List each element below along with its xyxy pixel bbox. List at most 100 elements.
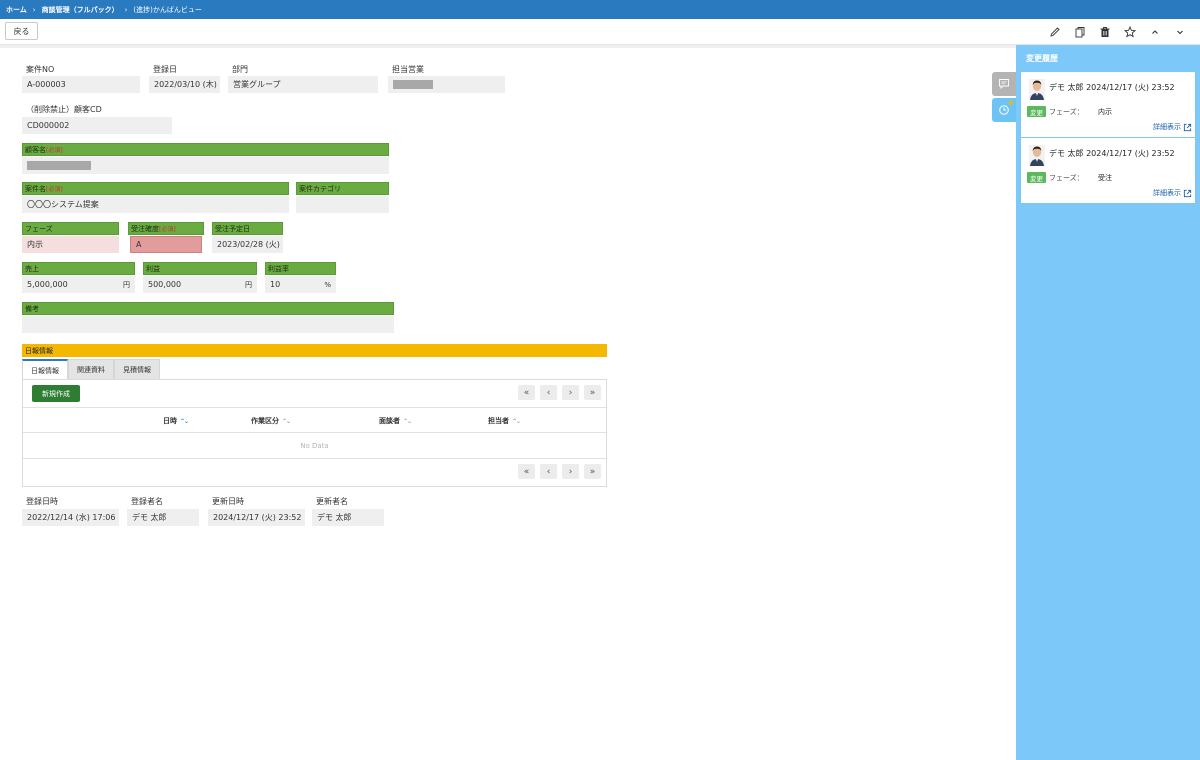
history-field-name: フェーズ：	[1049, 108, 1084, 116]
updated-at-value: 2024/12/17 (火) 23:52	[208, 509, 305, 526]
customer-cd-value: CD000002	[22, 117, 172, 134]
last-page-button[interactable]: »	[584, 464, 601, 479]
history-field-value: 内示	[1098, 108, 1112, 116]
created-by-label: 登録者名	[131, 497, 163, 506]
col-datetime-label: 日時	[163, 417, 177, 425]
breadcrumb-parent[interactable]: 商談管理（フルパック）	[42, 5, 119, 15]
external-link-icon	[1183, 189, 1192, 197]
record-form: 案件NO A-000003 登録日 2022/03/10 (木) 部門 営業グル…	[0, 45, 1016, 760]
profit-rate-amount: 10	[270, 280, 281, 289]
notes-label: 備考	[22, 302, 394, 315]
pager-top: « ‹ › »	[513, 385, 601, 400]
comment-tab[interactable]	[992, 72, 1016, 96]
external-link-icon	[1183, 123, 1192, 131]
dept-value: 営業グループ	[228, 76, 378, 93]
profit-rate-value: 10 %	[265, 276, 336, 293]
notes-value	[22, 316, 394, 333]
profit-rate-unit: %	[324, 280, 331, 289]
sort-icon[interactable]: ⌃⌄	[403, 418, 412, 425]
col-work-type[interactable]: 作業区分 ⌃⌄	[251, 416, 291, 426]
required-mark: [必須]	[46, 147, 63, 154]
col-assignee-label: 担当者	[488, 417, 509, 425]
first-page-button[interactable]: «	[518, 385, 535, 400]
daily-table-panel: 新規作成 « ‹ › » 日時 ⌃⌄ 作業区分 ⌃⌄ 面談者 ⌃⌄ 担当者 ⌃⌄ No …	[22, 379, 607, 487]
copy-icon[interactable]	[1067, 23, 1092, 41]
breadcrumb-home[interactable]: ホーム	[6, 5, 27, 15]
tab-related-docs[interactable]: 関連資料	[68, 359, 114, 380]
breadcrumb-separator: ›	[32, 5, 36, 14]
redacted-block	[393, 80, 433, 89]
case-name-label-text: 案件名	[25, 184, 46, 193]
breadcrumb-separator: ›	[124, 5, 128, 14]
sales-label: 売上	[22, 262, 135, 275]
empty-message: No Data	[23, 433, 606, 459]
col-assignee[interactable]: 担当者 ⌃⌄	[488, 416, 521, 426]
sales-rep-value	[388, 76, 505, 93]
detail-link[interactable]: 詳細表示	[1153, 122, 1192, 132]
tab-estimates[interactable]: 見積情報	[114, 359, 160, 380]
history-entry: デモ 太郎 2024/12/17 (火) 23:52 変更 フェーズ： 受注 詳…	[1021, 138, 1195, 203]
col-datetime[interactable]: 日時 ⌃⌄	[163, 416, 189, 426]
col-interviewee[interactable]: 面談者 ⌃⌄	[379, 416, 412, 426]
col-interviewee-label: 面談者	[379, 417, 400, 425]
first-page-button[interactable]: «	[518, 464, 535, 479]
profit-label: 利益	[143, 262, 257, 275]
phase-value: 内示	[22, 236, 119, 253]
profit-value: 500,000 円	[143, 276, 257, 293]
sales-unit: 円	[123, 280, 130, 289]
sales-value: 5,000,000 円	[22, 276, 135, 293]
history-title: 変更履歴	[1026, 54, 1058, 63]
comment-icon	[999, 79, 1009, 90]
detail-link[interactable]: 詳細表示	[1153, 188, 1192, 198]
certainty-label-text: 受注確度	[131, 224, 159, 233]
clock-icon	[999, 105, 1009, 115]
customer-cd-label: （削除禁止）顧客CD	[26, 105, 102, 114]
updated-at-label: 更新日時	[212, 497, 244, 506]
next-page-button[interactable]: ›	[562, 464, 579, 479]
breadcrumb-current: (進捗)かんばんビュー	[133, 5, 202, 14]
pencil-icon[interactable]	[1042, 23, 1067, 41]
history-entry: デモ 太郎 2024/12/17 (火) 23:52 変更 フェーズ： 内示 詳…	[1021, 72, 1195, 137]
chevron-down-icon[interactable]	[1167, 23, 1192, 41]
sort-icon[interactable]: ⌃⌄	[282, 418, 291, 425]
tab-daily[interactable]: 日報情報	[22, 359, 68, 380]
chevron-up-icon[interactable]	[1142, 23, 1167, 41]
case-no-label: 案件NO	[26, 65, 55, 74]
next-page-button[interactable]: ›	[562, 385, 579, 400]
pager-bottom: « ‹ › »	[513, 464, 601, 479]
back-button[interactable]: 戻る	[5, 22, 38, 40]
case-no-value: A-000003	[22, 76, 140, 93]
created-at-value: 2022/12/14 (水) 17:06	[22, 509, 119, 526]
redacted-block	[27, 161, 91, 170]
profit-rate-label: 利益率	[265, 262, 336, 275]
trash-icon[interactable]	[1092, 23, 1117, 41]
prev-page-button[interactable]: ‹	[540, 464, 557, 479]
history-field-name: フェーズ：	[1049, 174, 1084, 182]
created-at-label: 登録日時	[26, 497, 58, 506]
prev-page-button[interactable]: ‹	[540, 385, 557, 400]
case-name-value: 〇〇〇システム提案	[22, 196, 289, 213]
case-category-value	[296, 196, 389, 213]
updated-by-value: デモ 太郎	[312, 509, 384, 526]
sales-rep-label: 担当営業	[392, 65, 424, 74]
avatar	[1029, 79, 1045, 100]
history-tab[interactable]	[992, 98, 1016, 122]
updated-by-label: 更新者名	[316, 497, 348, 506]
daily-tabs: 日報情報 関連資料 見積情報	[22, 359, 160, 380]
change-badge: 変更	[1027, 172, 1046, 183]
reg-date-label: 登録日	[153, 65, 177, 74]
sort-icon[interactable]: ⌃⌄	[180, 418, 189, 425]
order-date-value: 2023/02/28 (火)	[212, 236, 283, 253]
new-entry-button[interactable]: 新規作成	[32, 385, 80, 402]
case-name-label: 案件名 [必須]	[22, 182, 289, 195]
change-badge: 変更	[1027, 106, 1046, 117]
last-page-button[interactable]: »	[584, 385, 601, 400]
profit-unit: 円	[245, 280, 252, 289]
reg-date-value: 2022/03/10 (木)	[149, 76, 220, 93]
history-author: デモ 太郎 2024/12/17 (火) 23:52	[1049, 149, 1175, 158]
created-by-value: デモ 太郎	[127, 509, 199, 526]
sort-icon[interactable]: ⌃⌄	[512, 418, 521, 425]
order-date-label: 受注予定日	[212, 222, 283, 235]
breadcrumb: ホーム › 商談管理（フルパック） › (進捗)かんばんビュー	[0, 0, 1200, 19]
star-icon[interactable]	[1117, 23, 1142, 41]
